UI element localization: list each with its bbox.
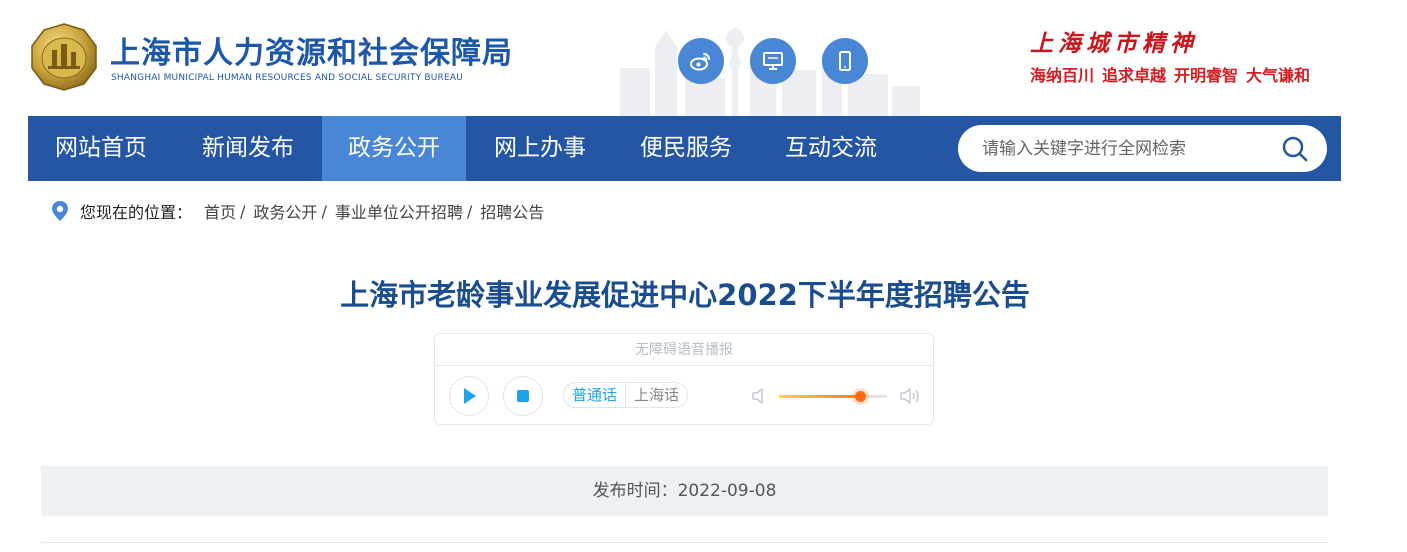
site-title[interactable]: 上海市人力资源和社会保障局: [110, 28, 513, 72]
player-header: 无障碍语音播报: [435, 334, 933, 366]
stop-icon: [517, 390, 529, 402]
city-spirit-phrases: 海纳百川 追求卓越 开明睿智 大气谦和: [1030, 62, 1318, 86]
breadcrumb-separator: /: [466, 201, 473, 221]
bureau-emblem-icon[interactable]: [28, 22, 100, 92]
mobile-site-button[interactable]: [822, 38, 868, 84]
play-button[interactable]: [449, 376, 489, 416]
city-spirit-title: 上海城市精神: [1030, 30, 1198, 57]
volume-low-icon[interactable]: [751, 387, 767, 405]
article-title: 上海市老龄事业发展促进中心2022下半年度招聘公告: [340, 278, 1030, 312]
volume-knob[interactable]: [855, 391, 866, 402]
nav-item-online-services[interactable]: 网上办事: [466, 116, 614, 181]
breadcrumb-government-affairs[interactable]: 政务公开: [253, 199, 317, 223]
dialect-mandarin[interactable]: 普通话: [564, 383, 627, 407]
breadcrumb-home[interactable]: 首页: [204, 199, 236, 223]
play-icon: [464, 388, 476, 404]
audio-player: 无障碍语音播报 普通话 上海话: [434, 333, 934, 425]
breadcrumb-separator: /: [321, 201, 327, 221]
nav-item-interaction[interactable]: 互动交流: [758, 116, 904, 181]
mobile-icon: [839, 51, 851, 71]
stop-button[interactable]: [503, 376, 543, 416]
weibo-icon: [690, 53, 710, 71]
volume-slider[interactable]: [779, 391, 887, 402]
search-icon[interactable]: [1281, 135, 1309, 163]
breadcrumb-separator: /: [240, 201, 246, 221]
dialect-shanghainese[interactable]: 上海话: [626, 383, 687, 407]
main-nav: 网站首页 新闻发布 政务公开 网上办事 便民服务 互动交流: [28, 116, 1341, 181]
volume-high-icon[interactable]: [899, 386, 921, 406]
desktop-icon: [763, 52, 783, 70]
breadcrumb-announcement[interactable]: 招聘公告: [480, 199, 544, 223]
desktop-site-button[interactable]: [750, 38, 796, 84]
nav-item-government-affairs[interactable]: 政务公开: [322, 116, 466, 181]
site-header: 上海市人力资源和社会保障局 SHANGHAI MUNICIPAL HUMAN R…: [0, 0, 1407, 116]
breadcrumb: 您现在的位置： 首页 / 政务公开 / 事业单位公开招聘 / 招聘公告: [50, 200, 544, 222]
nav-item-news[interactable]: 新闻发布: [174, 116, 322, 181]
spirit-phrase: 大气谦和: [1246, 66, 1311, 85]
site-subtitle: SHANGHAI MUNICIPAL HUMAN RESOURCES AND S…: [111, 73, 464, 83]
location-pin-icon: [52, 201, 68, 221]
publish-time-bar: 发布时间：2022-09-08: [41, 466, 1328, 516]
nav-item-home[interactable]: 网站首页: [28, 116, 174, 181]
spirit-phrase: 海纳百川: [1030, 66, 1095, 85]
spirit-phrase: 开明睿智: [1174, 66, 1239, 85]
search-input[interactable]: [982, 125, 1272, 172]
publish-time: 发布时间：2022-09-08: [592, 481, 777, 501]
volume-fill: [779, 395, 860, 398]
divider: [41, 542, 1328, 543]
spirit-phrase: 追求卓越: [1102, 66, 1167, 85]
site-search: [958, 125, 1327, 172]
dialect-switch: 普通话 上海话: [563, 382, 689, 408]
breadcrumb-label: 您现在的位置：: [80, 203, 193, 222]
weibo-button[interactable]: [678, 38, 724, 84]
nav-item-public-services[interactable]: 便民服务: [614, 116, 758, 181]
breadcrumb-recruitment[interactable]: 事业单位公开招聘: [335, 199, 463, 223]
